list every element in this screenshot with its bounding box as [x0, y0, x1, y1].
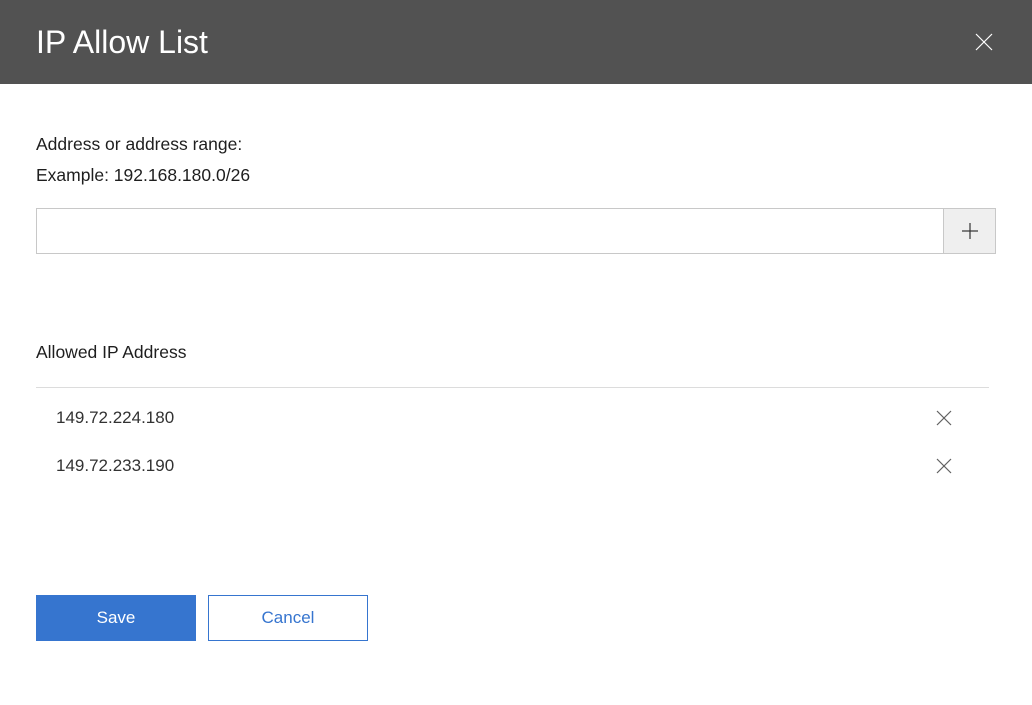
address-input[interactable]: [37, 209, 943, 253]
close-icon: [935, 409, 953, 427]
add-button[interactable]: [943, 209, 995, 253]
allowed-ip-list: 149.72.224.180 149.72.233.190: [36, 394, 989, 490]
address-example: Example: 192.168.180.0/26: [36, 165, 996, 186]
allowed-ip-title: Allowed IP Address: [36, 342, 996, 363]
close-icon: [935, 457, 953, 475]
list-item: 149.72.224.180: [36, 394, 989, 442]
dialog-footer: Save Cancel: [36, 595, 996, 641]
ip-value: 149.72.233.190: [56, 456, 174, 476]
dialog-header: IP Allow List: [0, 0, 1032, 84]
dialog-body: Address or address range: Example: 192.1…: [0, 84, 1032, 641]
close-button[interactable]: [972, 30, 996, 54]
ip-value: 149.72.224.180: [56, 408, 174, 428]
plus-icon: [961, 222, 979, 240]
list-item: 149.72.233.190: [36, 442, 989, 490]
close-icon: [974, 32, 994, 52]
cancel-button[interactable]: Cancel: [208, 595, 368, 641]
address-label: Address or address range:: [36, 134, 996, 155]
address-input-row: [36, 208, 996, 254]
remove-button[interactable]: [934, 456, 954, 476]
save-button[interactable]: Save: [36, 595, 196, 641]
remove-button[interactable]: [934, 408, 954, 428]
list-divider: [36, 387, 989, 388]
dialog-title: IP Allow List: [36, 24, 208, 61]
